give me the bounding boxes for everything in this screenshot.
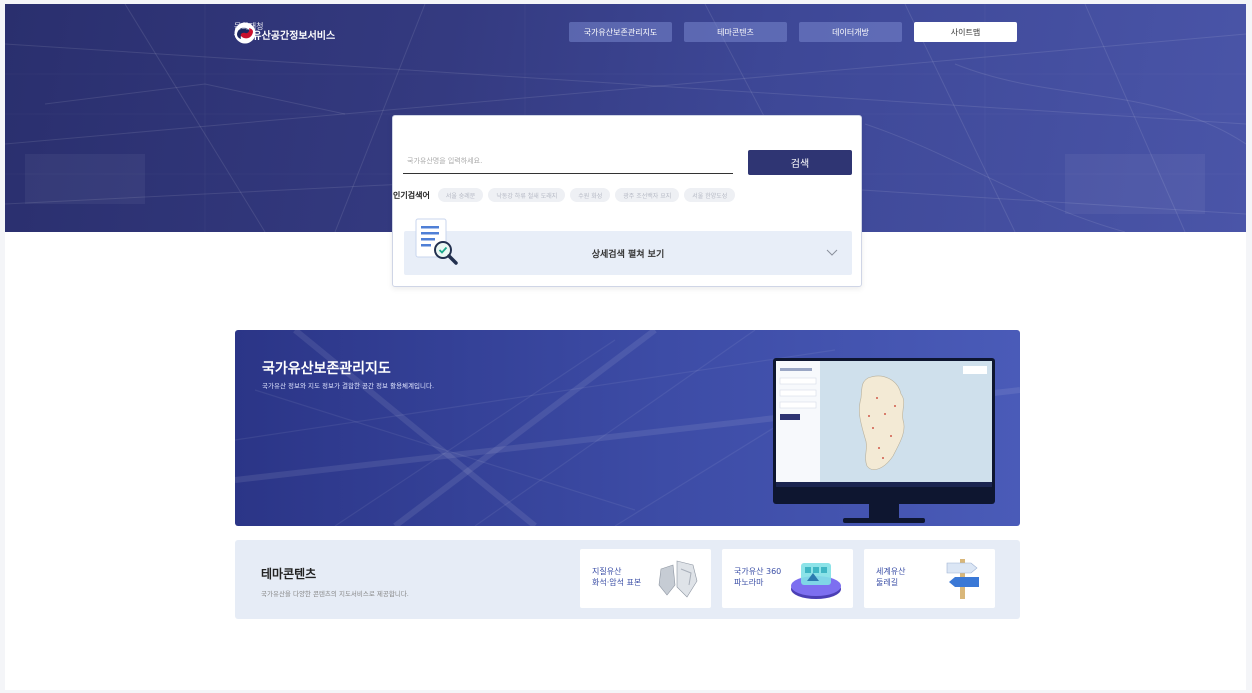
- heritage-search-input[interactable]: [403, 149, 733, 174]
- popular-tag[interactable]: 낙동강 하류 철새 도래지: [488, 188, 566, 202]
- preservation-map-banner[interactable]: 국가유산보존관리지도 국가유산 정보와 지도 정보가 결합한 공간 정보 활용체…: [235, 330, 1020, 526]
- search-panel: 검색 인기검색어 서울 숭례문 낙동강 하류 철새 도래지 수원 화성 광주 조…: [392, 115, 862, 287]
- theme-card-geological-heritage[interactable]: 지질유산 화석·암석 표본: [580, 549, 711, 608]
- logo-subtitle: 문화재청: [234, 22, 264, 31]
- signpost-icon: [946, 559, 979, 599]
- nav-theme-contents[interactable]: 테마콘텐츠: [684, 22, 787, 42]
- popular-keywords: 인기검색어 서울 숭례문 낙동강 하류 철새 도래지 수원 화성 광주 조선백자…: [393, 188, 736, 202]
- search-button[interactable]: 검색: [748, 150, 852, 175]
- panorama-360-icon: [791, 563, 841, 599]
- popular-tag[interactable]: 서울 숭례문: [437, 188, 484, 202]
- popular-keywords-label: 인기검색어: [393, 190, 430, 200]
- card-title: 지질유산: [592, 567, 622, 576]
- card-title: 세계유산: [876, 567, 906, 576]
- banner-title: 국가유산보존관리지도: [262, 361, 391, 377]
- detail-search-toggle[interactable]: 상세검색 펼쳐 보기: [404, 218, 852, 275]
- theme-contents-section: 테마콘텐츠 국가유산을 다양한 콘텐츠의 지도서비스로 제공합니다. 지질유산 …: [235, 540, 1020, 619]
- card-subtitle: 화석·암석 표본: [592, 577, 642, 587]
- theme-card-world-heritage-trail[interactable]: 세계유산 둘레길: [864, 549, 995, 608]
- nav-sitemap[interactable]: 사이트맵: [914, 22, 1017, 42]
- rock-icon: [658, 560, 698, 598]
- theme-card-panorama-360[interactable]: 국가유산 360 파노라마: [722, 549, 853, 608]
- site-logo[interactable]: 문화재청 국가유산공간정보서비스: [234, 22, 335, 44]
- detail-search-label: 상세검색 펼쳐 보기: [591, 250, 665, 260]
- popular-tag[interactable]: 수원 화성: [570, 188, 611, 202]
- theme-description: 국가유산을 다양한 콘텐츠의 지도서비스로 제공합니다.: [261, 590, 409, 598]
- chevron-down-icon: [826, 249, 838, 256]
- nav-open-data[interactable]: 데이터개방: [799, 22, 902, 42]
- theme-title: 테마콘텐츠: [261, 567, 317, 581]
- nav-preservation-map[interactable]: 국가유산보존관리지도: [569, 22, 672, 42]
- card-subtitle: 둘레길: [876, 577, 899, 587]
- top-navigation: 국가유산보존관리지도 테마콘텐츠 데이터개방 사이트맵: [569, 22, 1017, 42]
- monitor-map-illustration: [773, 358, 995, 523]
- page-frame: 문화재청 국가유산공간정보서비스 국가유산보존관리지도 테마콘텐츠 데이터개방 …: [5, 4, 1246, 690]
- banner-description: 국가유산 정보와 지도 정보가 결합한 공간 정보 활용체계입니다.: [262, 382, 435, 390]
- popular-tag[interactable]: 서울 한양도성: [684, 188, 736, 202]
- popular-tag[interactable]: 광주 조선백자 요지: [615, 188, 680, 202]
- document-search-icon: [415, 218, 458, 265]
